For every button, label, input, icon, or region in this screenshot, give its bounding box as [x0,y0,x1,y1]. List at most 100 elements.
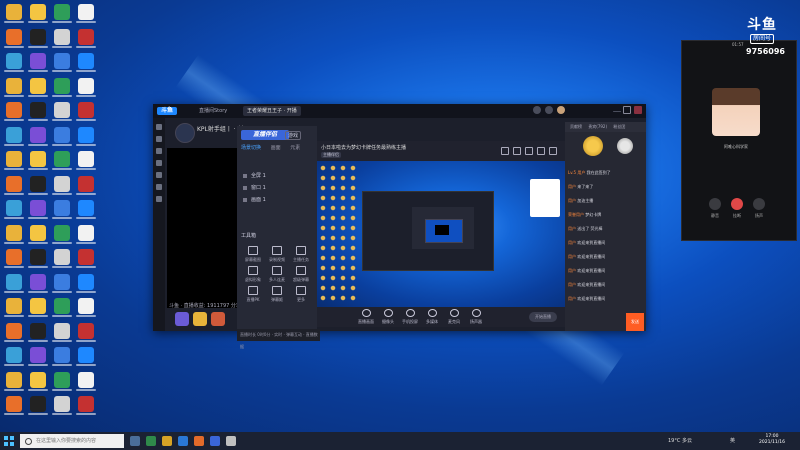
folder-icon[interactable] [162,436,172,446]
settings-icon[interactable] [525,147,533,155]
close-icon[interactable] [549,147,557,155]
desktop-shortcut-icon[interactable] [4,175,24,195]
follow-icon[interactable] [156,136,162,142]
tool-screenshot[interactable]: 屏幕截图 [241,244,265,264]
desktop-shortcut-icon[interactable] [76,249,96,268]
tab-story[interactable]: 直播间Story [195,106,231,116]
assistant-taskbar-icon[interactable] [210,436,220,446]
desktop-shortcut-icon[interactable] [4,102,24,121]
taskbar-search-input[interactable] [20,434,124,448]
desktop-shortcut-icon[interactable] [4,28,24,48]
video-player[interactable] [167,148,237,308]
live-preview-window[interactable]: 小日本啦去为梦幻卡牌任务最熟练主播 主播伴侣 直播画面 摄像头 手机投屏 多媒体… [317,141,565,327]
chat-username[interactable]: 用户 [568,198,576,203]
desktop-shortcut-icon[interactable] [4,224,24,244]
home-icon[interactable] [156,124,162,130]
chat-username[interactable]: 用户 [568,296,576,301]
desktop-shortcut-icon[interactable] [76,102,96,121]
edge-icon[interactable] [146,436,156,446]
desktop-shortcut-icon[interactable] [28,77,48,97]
desktop-shortcut-icon[interactable] [76,53,96,72]
chat-username[interactable]: 用户 [568,254,576,259]
desktop-shortcut-icon[interactable] [4,77,24,97]
rank-avatar[interactable] [583,136,603,156]
desktop-shortcut-icon[interactable] [52,102,72,121]
desktop-shortcut-icon[interactable] [52,28,72,48]
weather-widget[interactable]: 19°C 多云 [668,437,692,444]
phone-cast-button[interactable]: 手机投屏 [401,309,419,325]
desktop-shortcut-icon[interactable] [52,273,72,293]
desktop-shortcut-icon[interactable] [28,347,48,366]
desktop-shortcut-icon[interactable] [76,273,96,293]
desktop-shortcut-icon[interactable] [4,298,24,317]
assistant-mode-badge[interactable]: 游戏 [285,131,302,140]
scene-item[interactable]: 全屏 1 [243,172,309,180]
streamer-avatar[interactable] [175,123,195,143]
desktop-shortcut-icon[interactable] [4,396,24,415]
screen-button[interactable]: 直播画面 [357,309,375,325]
desktop-shortcut-icon[interactable] [76,4,96,23]
desktop-shortcut-icon[interactable] [76,347,96,366]
desktop-shortcut-icon[interactable] [52,249,72,268]
desktop-shortcut-icon[interactable] [28,151,48,170]
desktop-shortcut-icon[interactable] [76,175,96,195]
desktop-shortcut-icon[interactable] [76,151,96,170]
desktop-shortcut-icon[interactable] [52,53,72,72]
maximize-icon[interactable] [623,106,631,114]
store-icon[interactable] [178,436,188,446]
media-button[interactable]: 多媒体 [423,309,441,325]
minimize-icon[interactable] [537,147,545,155]
eye-icon[interactable] [243,197,247,202]
message-icon[interactable] [545,106,553,114]
more-icon[interactable] [156,196,162,202]
desktop-shortcut-icon[interactable] [28,28,48,48]
desktop-shortcut-icon[interactable] [28,396,48,415]
eye-icon[interactable] [243,173,247,178]
chat-username[interactable]: 用户 [568,268,576,273]
tab-vip[interactable]: 贵宾(792) [588,124,607,129]
tab-live[interactable]: 王者荣耀丑王子 · 开播 [243,106,301,116]
desktop-shortcut-icon[interactable] [4,322,24,342]
desktop-shortcut-icon[interactable] [76,224,96,244]
desktop-shortcut-icon[interactable] [28,322,48,342]
desktop-shortcut-icon[interactable] [28,53,48,72]
language-indicator[interactable]: 英 [730,437,735,444]
tab-fans[interactable]: 粉丝团 [613,124,625,129]
game-icon[interactable] [156,160,162,166]
tool-more[interactable]: 更多 [289,284,313,304]
desktop-shortcut-icon[interactable] [28,224,48,244]
scene-item[interactable]: 画面 1 [243,196,309,204]
desktop-shortcut-icon[interactable] [4,200,24,219]
desktop-shortcut-icon[interactable] [52,371,72,391]
desktop-shortcut-icon[interactable] [52,224,72,244]
tool-tasks[interactable]: 主播任务 [289,244,313,264]
gift-icon[interactable] [211,312,225,326]
desktop-shortcut-icon[interactable] [28,102,48,121]
desktop-shortcut-icon[interactable] [76,126,96,146]
desktop-shortcut-icon[interactable] [76,200,96,219]
desktop-shortcut-icon[interactable] [76,322,96,342]
desktop-shortcut-icon[interactable] [4,371,24,391]
desktop-shortcut-icon[interactable] [28,273,48,293]
fullscreen-icon[interactable] [513,147,521,155]
desktop-shortcut-icon[interactable] [4,126,24,146]
tab-elements[interactable]: 元素 [290,145,300,151]
tab-scene[interactable]: 场景切换 [241,145,261,151]
video-icon[interactable] [156,172,162,178]
desktop-shortcut-icon[interactable] [28,4,48,23]
desktop-shortcut-icon[interactable] [52,347,72,366]
speaker-button[interactable] [753,198,765,210]
desktop-shortcut-icon[interactable] [76,298,96,317]
desktop-shortcut-icon[interactable] [28,249,48,268]
desktop-shortcut-icon[interactable] [52,126,72,146]
send-button[interactable]: 发送 [626,313,644,331]
task-view-icon[interactable] [130,436,140,446]
desktop-shortcut-icon[interactable] [28,175,48,195]
desktop-shortcut-icon[interactable] [28,298,48,317]
desktop-shortcut-icon[interactable] [4,151,24,170]
desktop-shortcut-icon[interactable] [76,28,96,48]
desktop-shortcut-icon[interactable] [28,200,48,219]
mic-button[interactable]: 麦克风 [445,309,463,325]
close-icon[interactable] [634,106,642,114]
eye-icon[interactable] [243,185,247,190]
